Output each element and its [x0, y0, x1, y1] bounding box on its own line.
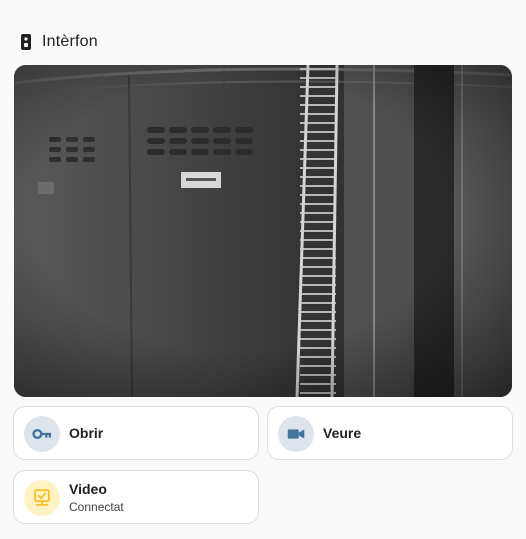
- monitor-check-icon: [31, 487, 53, 509]
- view-camera-label: Veure: [323, 425, 362, 441]
- tile-text: Obrir: [69, 407, 103, 459]
- tile-icon-container: [278, 416, 314, 452]
- tile-text: Video Connectat: [69, 471, 124, 523]
- camera-image: [14, 65, 512, 397]
- video-camera-icon: [285, 423, 307, 445]
- tile-icon-container: [24, 480, 60, 516]
- video-status-label: Video: [69, 480, 107, 497]
- intercom-title: Intèrfon: [42, 33, 98, 50]
- view-camera-tile[interactable]: Veure: [267, 406, 513, 460]
- tile-text: Veure: [323, 407, 361, 459]
- key-icon: [31, 423, 53, 445]
- intercom-camera-feed[interactable]: [14, 65, 512, 397]
- intercom-header: Intèrfon: [20, 30, 98, 54]
- open-door-label: Obrir: [69, 425, 104, 441]
- open-door-tile[interactable]: Obrir: [13, 406, 259, 460]
- video-status-tile[interactable]: Video Connectat: [13, 470, 259, 524]
- video-status-state: Connectat: [69, 499, 124, 514]
- doorbell-icon: [20, 33, 32, 51]
- tile-icon-container: [24, 416, 60, 452]
